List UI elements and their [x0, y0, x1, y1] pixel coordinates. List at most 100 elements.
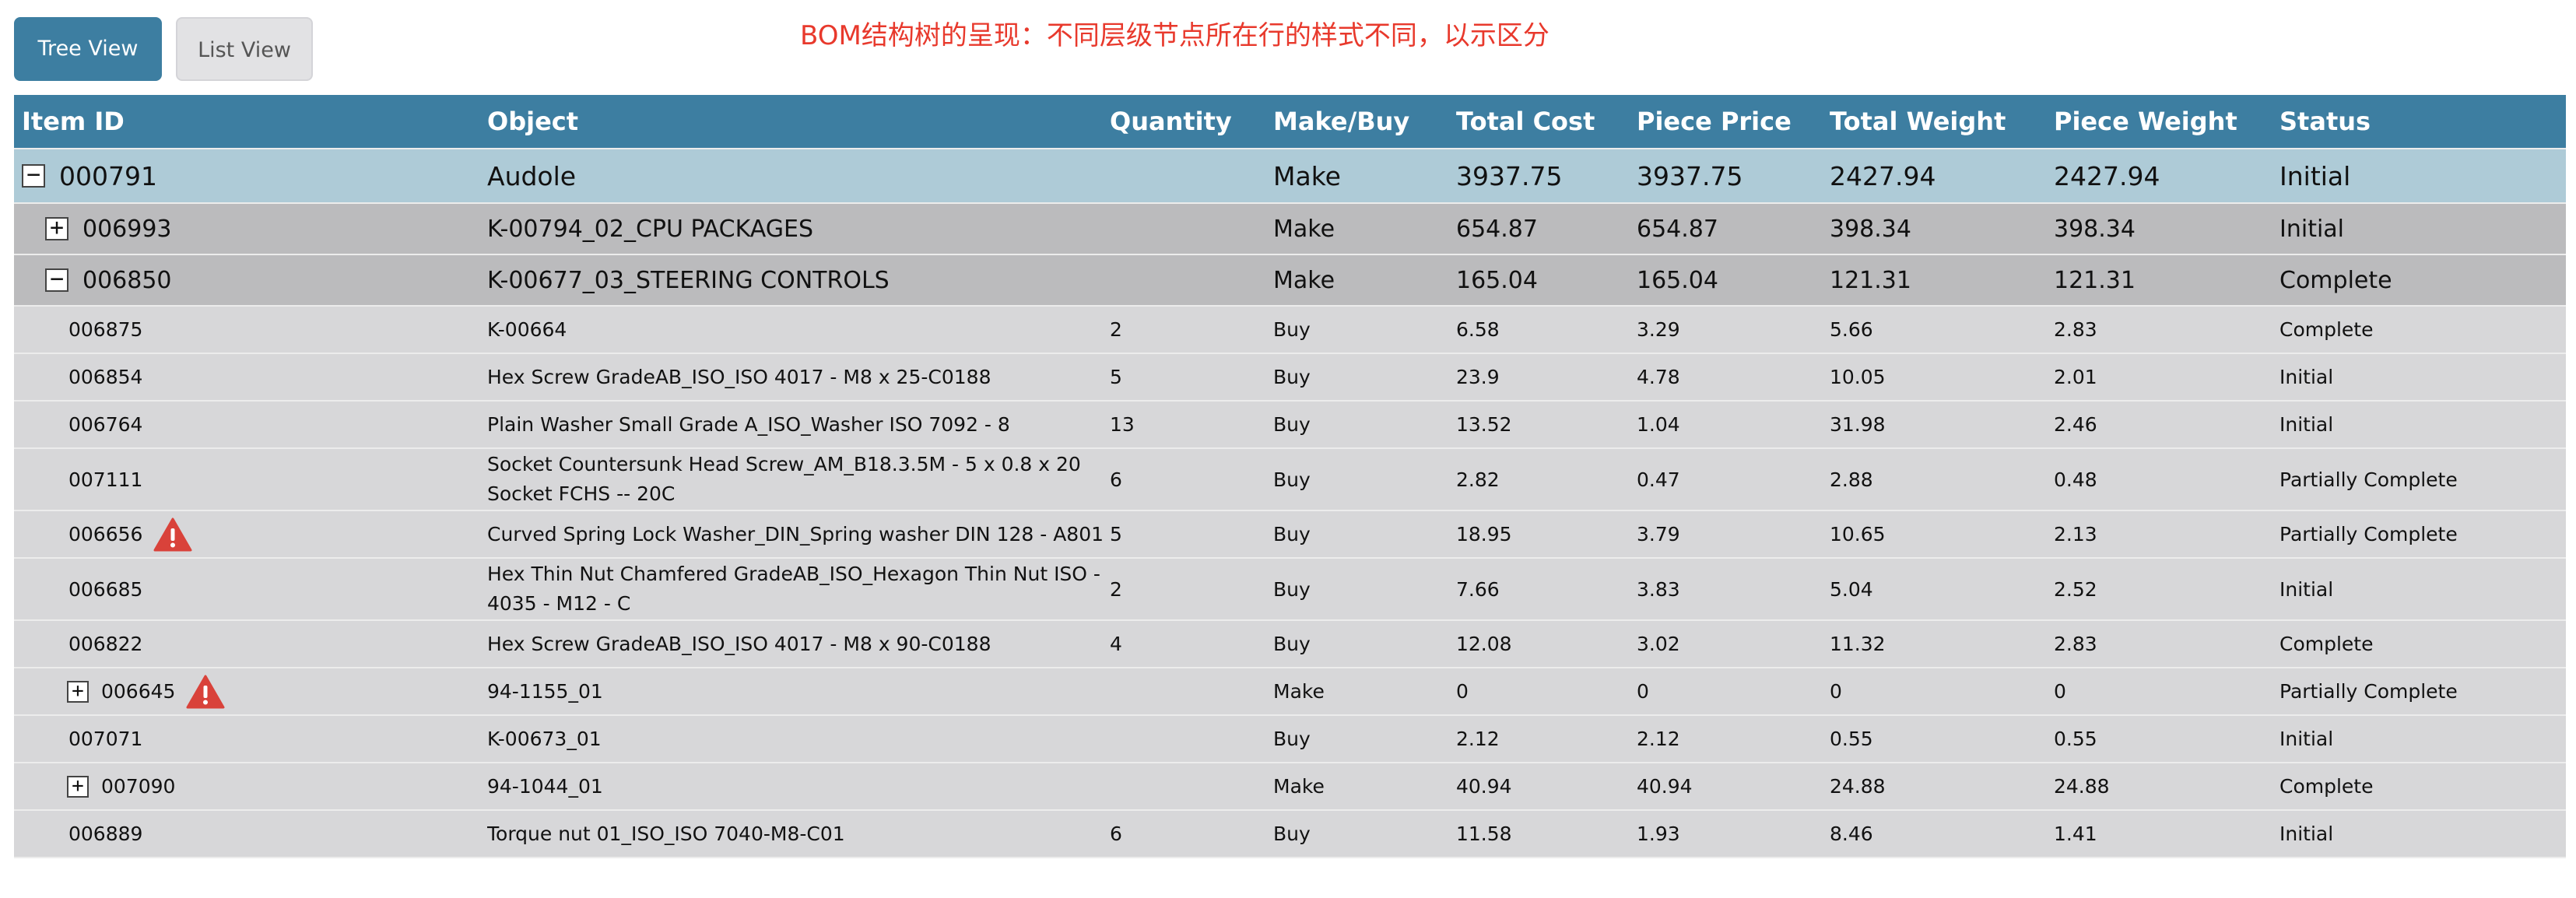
cell-object: Torque nut 01_ISO_ISO 7040-M8-C01	[487, 823, 845, 845]
cell-make-buy: Make	[1273, 266, 1335, 294]
cell-piece-weight: 2427.94	[2054, 160, 2160, 191]
cell-total-weight: 5.04	[1830, 577, 1873, 601]
list-view-button[interactable]: List View	[176, 17, 313, 81]
header-total-cost[interactable]: Total Cost	[1456, 107, 1637, 136]
cell-item-id: 006685	[14, 578, 487, 601]
cell-object: K-00673_01	[487, 728, 602, 750]
cell-piece-weight: 24.88	[2054, 775, 2110, 798]
cell-piece-price: 1.93	[1637, 823, 1680, 845]
header-quantity[interactable]: Quantity	[1110, 107, 1273, 136]
item-id-text: 006850	[82, 266, 172, 294]
cell-object: K-00794_02_CPU PACKAGES	[487, 215, 813, 243]
table-row[interactable]: 006889 Torque nut 01_ISO_ISO 7040-M8-C01 6…	[14, 811, 2566, 858]
cell-total-weight: 2427.94	[1830, 160, 1936, 191]
view-toggle: Tree View List View	[14, 17, 313, 81]
table-row[interactable]: 007071 K-00673_01 Buy 2.12 2.12 0.55 0.55 Initi…	[14, 716, 2566, 763]
cell-make-buy: Buy	[1273, 468, 1311, 491]
table-row[interactable]: 006656 Curved Spring Lock Washer_DIN_Spri…	[14, 511, 2566, 559]
item-id-text: 007111	[68, 468, 143, 491]
cell-piece-price: 3.83	[1637, 577, 1680, 601]
expand-icon[interactable]: +	[67, 680, 89, 703]
cell-item-id: −000791	[14, 161, 487, 191]
table-row[interactable]: +007090 94-1044_01 Make 40.94 40.94 24.88 24.8…	[14, 763, 2566, 811]
header-total-weight[interactable]: Total Weight	[1830, 107, 2054, 136]
cell-piece-weight: 2.13	[2054, 523, 2097, 545]
table-row[interactable]: 006764 Plain Washer Small Grade A_ISO_Was…	[14, 402, 2566, 449]
cell-make-buy: Buy	[1273, 823, 1311, 845]
cell-make-buy: Buy	[1273, 728, 1311, 750]
cell-quantity: 5	[1110, 523, 1122, 545]
table-row[interactable]: +006645 94-1155_01 Make 0 0 0 0 Partially Compl…	[14, 668, 2566, 716]
cell-make-buy: Make	[1273, 160, 1341, 191]
table-row[interactable]: 006875 K-00664 2 Buy 6.58 3.29 5.66 2.83 Complet…	[14, 307, 2566, 354]
cell-piece-weight: 0	[2054, 680, 2066, 703]
cell-object: K-00677_03_STEERING CONTROLS	[487, 266, 890, 294]
expand-icon[interactable]: +	[45, 216, 68, 240]
header-status[interactable]: Status	[2279, 107, 2566, 136]
table-row[interactable]: +006993 K-00794_02_CPU PACKAGES Make 654.87…	[14, 204, 2566, 255]
table-row[interactable]: 006854 Hex Screw GradeAB_ISO_ISO 4017 - M…	[14, 354, 2566, 402]
header-make-buy[interactable]: Make/Buy	[1273, 107, 1456, 136]
cell-item-id: 006764	[14, 413, 487, 436]
cell-make-buy: Buy	[1273, 318, 1311, 341]
cell-total-weight: 0	[1830, 680, 1842, 703]
cell-total-weight: 0.55	[1830, 728, 1873, 750]
cell-total-cost: 11.58	[1456, 823, 1512, 845]
cell-piece-price: 40.94	[1637, 775, 1693, 798]
collapse-icon[interactable]: −	[45, 268, 68, 292]
header-object[interactable]: Object	[487, 107, 1110, 136]
cell-total-cost: 0	[1456, 680, 1469, 703]
table-row[interactable]: 006685 Hex Thin Nut Chamfered GradeAB_ISO…	[14, 559, 2566, 621]
item-id-text: 006889	[68, 823, 143, 845]
header-piece-weight[interactable]: Piece Weight	[2054, 107, 2279, 136]
expand-icon[interactable]: +	[67, 775, 89, 798]
warning-icon	[153, 517, 192, 552]
cell-object: Audole	[487, 160, 577, 191]
cell-piece-price: 0.47	[1637, 468, 1680, 491]
cell-item-id: 006822	[14, 633, 487, 655]
cell-item-id: 006854	[14, 366, 487, 388]
tree-view-button[interactable]: Tree View	[14, 17, 162, 81]
cell-object: 94-1044_01	[487, 775, 603, 798]
cell-status: Partially Complete	[2279, 468, 2458, 491]
cell-total-cost: 2.82	[1456, 468, 1500, 491]
cell-quantity: 6	[1110, 823, 1122, 845]
collapse-icon[interactable]: −	[22, 163, 45, 188]
cell-piece-price: 2.12	[1637, 728, 1680, 750]
cell-object: Socket Countersunk Head Screw_AM_B18.3.5…	[487, 453, 1081, 505]
cell-item-id: −006850	[14, 267, 487, 294]
cell-object: K-00664	[487, 318, 567, 341]
cell-piece-weight: 0.48	[2054, 468, 2097, 491]
table-row[interactable]: 007111 Socket Countersunk Head Screw_AM_B…	[14, 449, 2566, 511]
item-id-text: 006875	[68, 318, 143, 341]
cell-item-id: +006993	[14, 216, 487, 243]
item-id-text: 006764	[68, 413, 143, 436]
cell-piece-price: 654.87	[1637, 215, 1718, 243]
header-item-id[interactable]: Item ID	[14, 107, 487, 136]
cell-total-cost: 7.66	[1456, 577, 1500, 601]
header-piece-price[interactable]: Piece Price	[1637, 107, 1830, 136]
cell-status: Complete	[2279, 633, 2374, 655]
cell-make-buy: Make	[1273, 775, 1325, 798]
cell-piece-weight: 398.34	[2054, 215, 2136, 243]
cell-status: Complete	[2279, 266, 2392, 294]
cell-total-cost: 165.04	[1456, 266, 1538, 294]
cell-status: Complete	[2279, 318, 2374, 341]
table-row[interactable]: 006822 Hex Screw GradeAB_ISO_ISO 4017 - M…	[14, 621, 2566, 668]
table-row[interactable]: −006850 K-00677_03_STEERING CONTROLS Make 1…	[14, 255, 2566, 307]
cell-total-weight: 398.34	[1830, 215, 1911, 243]
cell-item-id: +006645	[14, 675, 487, 709]
item-id-text: 006993	[82, 215, 172, 243]
cell-total-cost: 3937.75	[1456, 160, 1563, 191]
cell-piece-price: 3.79	[1637, 523, 1680, 545]
cell-piece-price: 3937.75	[1637, 160, 1743, 191]
cell-total-weight: 10.65	[1830, 523, 1886, 545]
warning-icon	[186, 675, 225, 709]
cell-total-cost: 654.87	[1456, 215, 1538, 243]
cell-object: Hex Screw GradeAB_ISO_ISO 4017 - M8 x 90…	[487, 633, 991, 655]
cell-item-id: 006875	[14, 318, 487, 341]
table-row[interactable]: −000791 Audole Make 3937.75 3937.75 2427.94 24…	[14, 149, 2566, 204]
cell-item-id: 007071	[14, 728, 487, 750]
cell-status: Initial	[2279, 413, 2334, 436]
cell-status: Initial	[2279, 577, 2334, 601]
